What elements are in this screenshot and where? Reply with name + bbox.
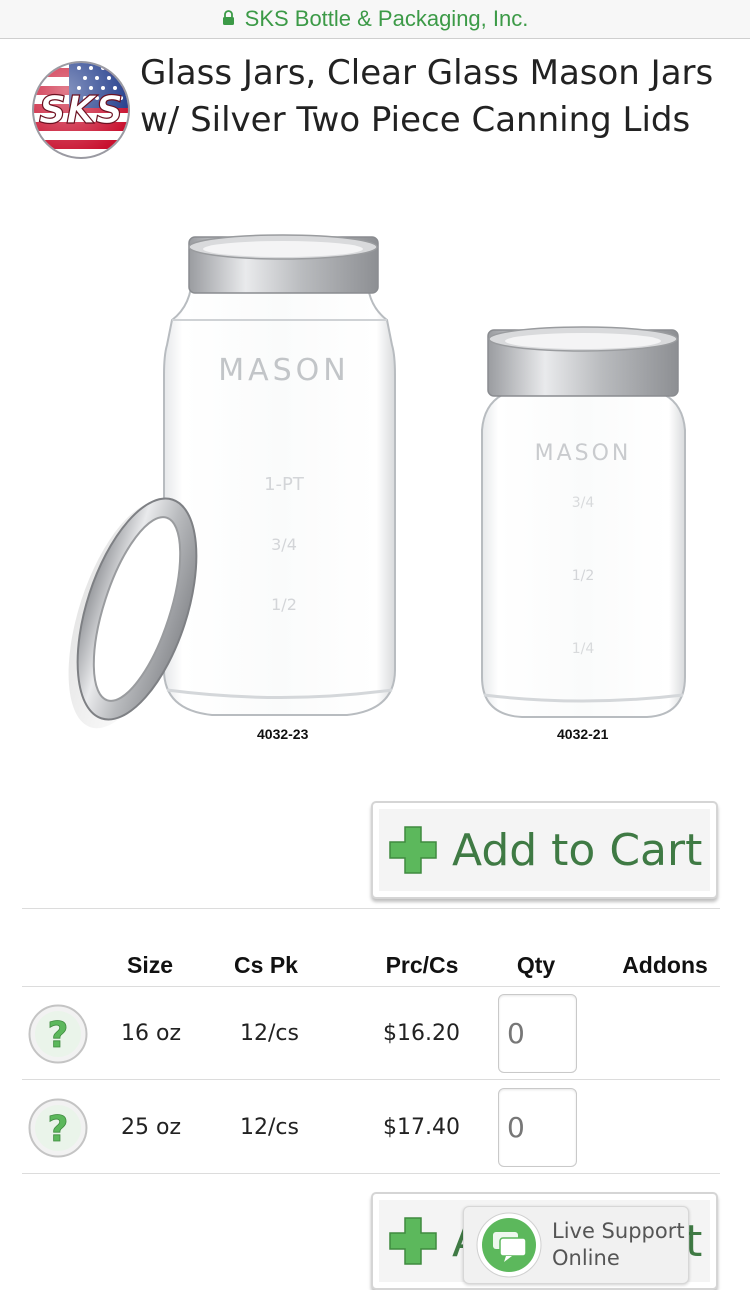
sku-label-large: 4032-23	[257, 726, 309, 742]
question-icon[interactable]: ?	[28, 1004, 88, 1064]
svg-text:3/4: 3/4	[271, 535, 297, 554]
large-jar: MASON 1-PT 3/4 1/2	[163, 234, 396, 716]
row-divider	[22, 1079, 720, 1080]
plus-icon	[389, 1217, 437, 1265]
jar-embossed-text: MASON	[218, 353, 350, 388]
question-icon[interactable]: ?	[28, 1098, 88, 1158]
site-url-text: SKS Bottle & Packaging, Inc.	[244, 6, 529, 31]
live-support-title: Live Support	[552, 1219, 685, 1243]
svg-text:1-PT: 1-PT	[264, 474, 305, 495]
plus-icon	[389, 826, 437, 874]
col-header-price: Prc/Cs	[385, 952, 459, 978]
lock-icon	[222, 9, 234, 25]
row-price: $17.40	[383, 1115, 460, 1140]
sku-label-small: 4032-21	[557, 726, 609, 742]
col-header-qty: Qty	[516, 952, 556, 978]
svg-text:1/2: 1/2	[572, 568, 595, 584]
product-title: Glass Jars, Clear Glass Mason Jars w/ Si…	[140, 53, 714, 140]
logo-text: SKS	[39, 88, 123, 132]
qty-input[interactable]	[498, 1088, 577, 1167]
section-divider	[22, 908, 720, 909]
col-header-cspk: Cs Pk	[234, 952, 298, 978]
row-size: 16 oz	[121, 1021, 181, 1046]
address-bar[interactable]: SKS Bottle & Packaging, Inc.	[0, 0, 750, 39]
row-divider	[22, 1173, 720, 1174]
row-price: $16.20	[383, 1021, 460, 1046]
live-support-status: Online	[552, 1246, 620, 1270]
svg-text:MASON: MASON	[535, 441, 632, 466]
row-size: 25 oz	[121, 1115, 181, 1140]
product-image: MASON 1-PT 3/4 1/2 MASON 3/4 1/2 1/4	[68, 234, 686, 729]
svg-text:?: ?	[48, 1109, 69, 1150]
small-jar: MASON 3/4 1/2 1/4	[481, 326, 686, 718]
add-to-cart-label: Add to Cart	[452, 824, 703, 876]
qty-input[interactable]	[498, 994, 577, 1073]
col-header-addons: Addons	[622, 952, 708, 978]
svg-text:1/2: 1/2	[271, 595, 297, 614]
add-to-cart-button[interactable]: Add to Cart	[371, 801, 718, 899]
col-header-size: Size	[126, 952, 174, 978]
row-case-pack: 12/cs	[240, 1021, 299, 1046]
live-support-widget[interactable]: Live Support Online	[463, 1206, 689, 1284]
sks-logo[interactable]: SKS	[31, 60, 131, 160]
svg-text:1/4: 1/4	[572, 641, 595, 657]
row-case-pack: 12/cs	[240, 1115, 299, 1140]
chat-bubble-icon	[476, 1212, 542, 1278]
svg-text:3/4: 3/4	[572, 495, 595, 511]
svg-text:?: ?	[48, 1015, 69, 1056]
table-header-divider	[22, 986, 720, 987]
